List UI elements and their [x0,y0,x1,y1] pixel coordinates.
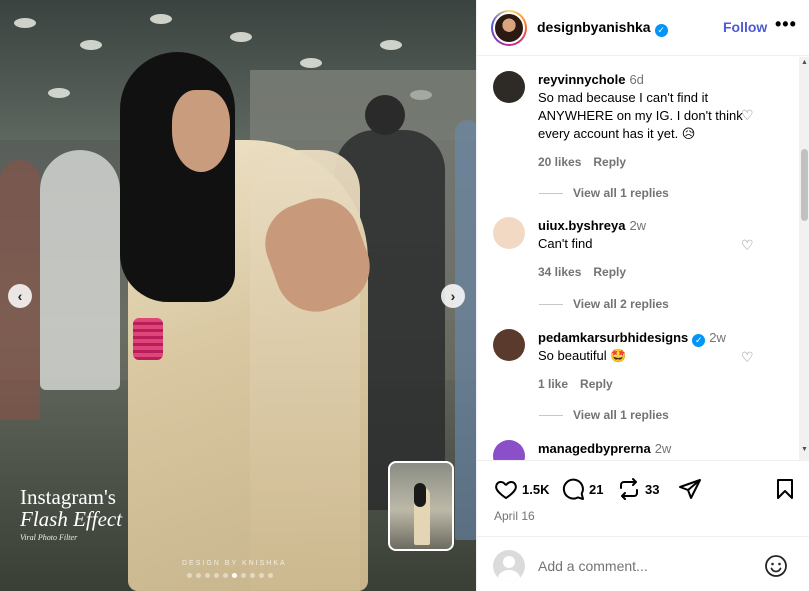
post-media: ‹ › Instagram's Flash Effect Viral Photo… [0,0,476,591]
carousel-dot [250,573,255,578]
comments-scrollbar[interactable]: ▲ ▼ [799,57,809,460]
comment-avatar[interactable] [493,440,525,460]
save-button[interactable] [773,477,797,501]
ceiling-light [380,40,402,50]
view-replies-button[interactable]: View all 2 replies [539,297,669,311]
reply-button[interactable]: Reply [580,377,613,391]
carousel-dot [241,573,246,578]
post-actions: 1.5K 21 33 April 16 [477,460,809,536]
background-person [455,120,476,540]
comment-text: So beautiful 🤩 [538,348,627,363]
comment-username[interactable]: managedbyprerna [538,441,651,456]
add-comment-bar [477,536,809,591]
repost-icon [620,478,638,500]
post-header: designbyanishka ✓ Follow ••• [477,0,809,56]
comment-time: 2w [709,330,726,345]
overlay-title-line1: Instagram's [20,485,116,509]
comment-likes[interactable]: 20 likes [538,155,581,169]
author-avatar[interactable] [491,9,527,46]
comment-time: 2w [629,218,647,233]
comment-username[interactable]: reyvinnychole [538,72,625,87]
hair [120,52,235,302]
overlay-caption: Instagram's Flash Effect Viral Photo Fil… [20,486,122,542]
overlay-title-line2: Flash Effect [20,507,123,532]
ceiling-light [150,14,172,24]
comment-time: 6d [629,72,644,87]
comment-username[interactable]: pedamkarsurbhidesigns [538,330,688,345]
carousel-dot [196,573,201,578]
carousel-dot [187,573,192,578]
paper-plane-icon [679,479,701,499]
comment-like-heart-icon[interactable]: ♡ [741,237,754,254]
background-person-head [365,95,405,135]
carousel-dot [259,573,264,578]
watermark: DESIGN BY KNISHKA [182,560,287,567]
author-username[interactable]: designbyanishka ✓ [537,19,668,37]
scrollbar-thumb[interactable] [801,149,808,221]
bookmark-icon [777,479,793,499]
carousel-dot [268,573,273,578]
background-person [40,150,120,390]
comment-bubble-icon [562,478,584,500]
scroll-down-arrow-icon[interactable]: ▼ [801,446,808,453]
author-avatar-image [493,11,525,44]
more-options-icon[interactable]: ••• [775,14,797,35]
view-replies-button[interactable]: View all 1 replies [539,408,669,422]
comment-time: 2w [654,441,672,456]
comment-text: So mad because I can't find it ANYWHERE … [538,90,743,141]
comment-avatar[interactable] [493,217,525,249]
carousel-dot [232,573,237,578]
author-username-text: designbyanishka [537,18,651,35]
carousel-dot [205,573,210,578]
carousel-indicator [187,573,273,578]
chevron-left-icon: ‹ [17,288,23,304]
post-sidebar: designbyanishka ✓ Follow ••• reyvinnychol… [476,0,809,591]
comment-likes[interactable]: 1 like [538,377,568,391]
carousel-dot [223,573,228,578]
comment-avatar[interactable] [493,329,525,361]
verified-badge-icon: ✓ [692,334,706,347]
share-button[interactable] [678,477,702,501]
like-button[interactable]: 1.5K [494,477,549,501]
comment-text: Can't find [538,236,593,251]
likes-count: 1.5K [522,481,550,497]
comments-list: reyvinnychole 6d So mad because I can't f… [477,57,809,460]
ceiling-light [230,32,252,42]
next-slide-thumbnail[interactable] [388,461,454,551]
comment-username[interactable]: uiux.byshreya [538,218,625,233]
follow-button[interactable]: Follow [723,19,767,35]
bangles [133,318,163,360]
thumbnail-figure-hair [414,483,426,507]
comment-button[interactable]: 21 [561,477,603,501]
current-user-avatar [493,550,525,582]
ceiling-light [14,18,36,28]
comment-input[interactable] [538,555,748,577]
ceiling-light [48,88,70,98]
face [172,90,230,172]
comment-like-heart-icon[interactable]: ♡ [741,349,754,366]
ceiling-light [300,58,322,68]
comment-avatar[interactable] [493,71,525,103]
carousel-prev-button[interactable]: ‹ [8,284,32,308]
reposts-count: 33 [645,481,660,497]
comments-count: 21 [589,481,604,497]
emoji-picker-icon[interactable] [764,554,788,578]
scroll-up-arrow-icon[interactable]: ▲ [801,59,808,66]
chevron-right-icon: › [450,288,456,304]
verified-badge-icon: ✓ [654,23,668,37]
ceiling-light [80,40,102,50]
post-dialog: ‹ › Instagram's Flash Effect Viral Photo… [0,0,809,591]
heart-icon [495,481,517,499]
comment-like-heart-icon[interactable]: ♡ [741,107,754,124]
post-date[interactable]: April 16 [494,509,535,523]
overlay-subtitle: Viral Photo Filter [20,533,78,543]
comment-likes[interactable]: 34 likes [538,265,581,279]
reply-button[interactable]: Reply [593,155,626,169]
reply-button[interactable]: Reply [593,265,626,279]
carousel-next-button[interactable]: › [441,284,465,308]
repost-button[interactable]: 33 [617,477,659,501]
carousel-dot [214,573,219,578]
view-replies-button[interactable]: View all 1 replies [539,186,669,200]
